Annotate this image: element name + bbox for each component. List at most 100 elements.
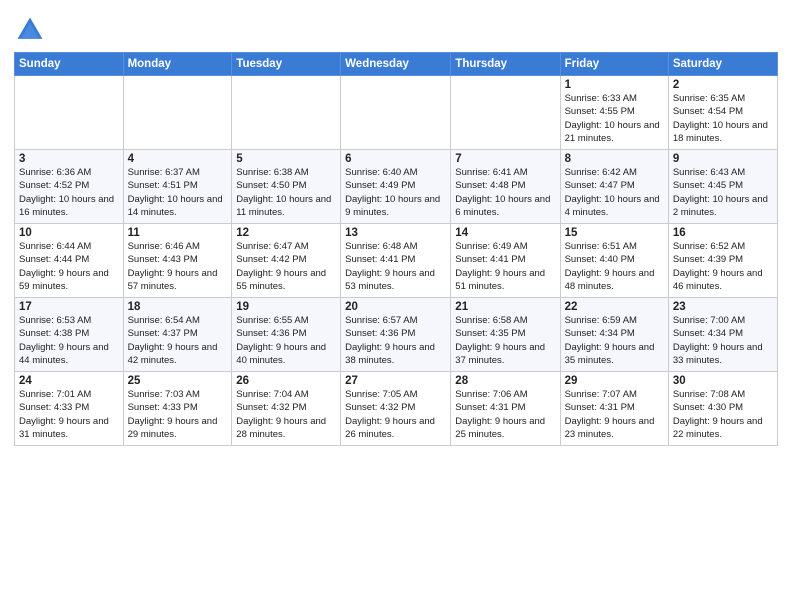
- day-info: Sunrise: 6:38 AMSunset: 4:50 PMDaylight:…: [236, 166, 336, 219]
- day-number: 7: [455, 153, 555, 165]
- day-info: Sunrise: 6:52 AMSunset: 4:39 PMDaylight:…: [673, 240, 773, 293]
- day-number: 27: [345, 375, 446, 387]
- calendar-cell: 29Sunrise: 7:07 AMSunset: 4:31 PMDayligh…: [560, 372, 668, 446]
- day-number: 2: [673, 79, 773, 91]
- col-header-sunday: Sunday: [15, 53, 124, 76]
- day-number: 22: [565, 301, 664, 313]
- day-info: Sunrise: 6:51 AMSunset: 4:40 PMDaylight:…: [565, 240, 664, 293]
- calendar-row-2: 10Sunrise: 6:44 AMSunset: 4:44 PMDayligh…: [15, 224, 778, 298]
- day-info: Sunrise: 7:01 AMSunset: 4:33 PMDaylight:…: [19, 388, 119, 441]
- day-info: Sunrise: 6:40 AMSunset: 4:49 PMDaylight:…: [345, 166, 446, 219]
- col-header-friday: Friday: [560, 53, 668, 76]
- day-info: Sunrise: 7:07 AMSunset: 4:31 PMDaylight:…: [565, 388, 664, 441]
- calendar-cell: 7Sunrise: 6:41 AMSunset: 4:48 PMDaylight…: [451, 150, 560, 224]
- day-number: 17: [19, 301, 119, 313]
- calendar-cell: 6Sunrise: 6:40 AMSunset: 4:49 PMDaylight…: [341, 150, 451, 224]
- logo: [14, 14, 50, 46]
- calendar-cell: 24Sunrise: 7:01 AMSunset: 4:33 PMDayligh…: [15, 372, 124, 446]
- calendar-cell: 1Sunrise: 6:33 AMSunset: 4:55 PMDaylight…: [560, 76, 668, 150]
- day-info: Sunrise: 6:53 AMSunset: 4:38 PMDaylight:…: [19, 314, 119, 367]
- day-number: 6: [345, 153, 446, 165]
- day-number: 20: [345, 301, 446, 313]
- calendar-cell: 28Sunrise: 7:06 AMSunset: 4:31 PMDayligh…: [451, 372, 560, 446]
- day-number: 1: [565, 79, 664, 91]
- day-info: Sunrise: 6:33 AMSunset: 4:55 PMDaylight:…: [565, 92, 664, 145]
- day-number: 30: [673, 375, 773, 387]
- calendar-cell: 23Sunrise: 7:00 AMSunset: 4:34 PMDayligh…: [668, 298, 777, 372]
- calendar-row-4: 24Sunrise: 7:01 AMSunset: 4:33 PMDayligh…: [15, 372, 778, 446]
- calendar-cell: 21Sunrise: 6:58 AMSunset: 4:35 PMDayligh…: [451, 298, 560, 372]
- day-info: Sunrise: 6:36 AMSunset: 4:52 PMDaylight:…: [19, 166, 119, 219]
- day-info: Sunrise: 7:08 AMSunset: 4:30 PMDaylight:…: [673, 388, 773, 441]
- calendar-cell: 30Sunrise: 7:08 AMSunset: 4:30 PMDayligh…: [668, 372, 777, 446]
- logo-icon: [14, 14, 46, 46]
- day-number: 10: [19, 227, 119, 239]
- day-info: Sunrise: 6:41 AMSunset: 4:48 PMDaylight:…: [455, 166, 555, 219]
- col-header-saturday: Saturday: [668, 53, 777, 76]
- calendar-cell: 9Sunrise: 6:43 AMSunset: 4:45 PMDaylight…: [668, 150, 777, 224]
- calendar-row-3: 17Sunrise: 6:53 AMSunset: 4:38 PMDayligh…: [15, 298, 778, 372]
- day-number: 12: [236, 227, 336, 239]
- day-number: 16: [673, 227, 773, 239]
- day-info: Sunrise: 7:03 AMSunset: 4:33 PMDaylight:…: [128, 388, 228, 441]
- header: [14, 10, 778, 46]
- day-info: Sunrise: 6:46 AMSunset: 4:43 PMDaylight:…: [128, 240, 228, 293]
- calendar-cell: 13Sunrise: 6:48 AMSunset: 4:41 PMDayligh…: [341, 224, 451, 298]
- calendar-cell: 27Sunrise: 7:05 AMSunset: 4:32 PMDayligh…: [341, 372, 451, 446]
- calendar-cell: [123, 76, 232, 150]
- day-number: 15: [565, 227, 664, 239]
- day-info: Sunrise: 7:05 AMSunset: 4:32 PMDaylight:…: [345, 388, 446, 441]
- calendar-cell: 2Sunrise: 6:35 AMSunset: 4:54 PMDaylight…: [668, 76, 777, 150]
- calendar-cell: 10Sunrise: 6:44 AMSunset: 4:44 PMDayligh…: [15, 224, 124, 298]
- day-number: 13: [345, 227, 446, 239]
- day-number: 11: [128, 227, 228, 239]
- calendar-cell: [451, 76, 560, 150]
- calendar-table: SundayMondayTuesdayWednesdayThursdayFrid…: [14, 52, 778, 446]
- calendar-cell: 3Sunrise: 6:36 AMSunset: 4:52 PMDaylight…: [15, 150, 124, 224]
- col-header-tuesday: Tuesday: [232, 53, 341, 76]
- col-header-thursday: Thursday: [451, 53, 560, 76]
- calendar-cell: 26Sunrise: 7:04 AMSunset: 4:32 PMDayligh…: [232, 372, 341, 446]
- calendar-cell: 25Sunrise: 7:03 AMSunset: 4:33 PMDayligh…: [123, 372, 232, 446]
- calendar-cell: 16Sunrise: 6:52 AMSunset: 4:39 PMDayligh…: [668, 224, 777, 298]
- calendar-cell: 17Sunrise: 6:53 AMSunset: 4:38 PMDayligh…: [15, 298, 124, 372]
- day-number: 3: [19, 153, 119, 165]
- day-number: 26: [236, 375, 336, 387]
- day-number: 14: [455, 227, 555, 239]
- calendar-cell: [341, 76, 451, 150]
- calendar-cell: 14Sunrise: 6:49 AMSunset: 4:41 PMDayligh…: [451, 224, 560, 298]
- calendar-cell: 11Sunrise: 6:46 AMSunset: 4:43 PMDayligh…: [123, 224, 232, 298]
- day-number: 9: [673, 153, 773, 165]
- day-info: Sunrise: 6:37 AMSunset: 4:51 PMDaylight:…: [128, 166, 228, 219]
- calendar-row-1: 3Sunrise: 6:36 AMSunset: 4:52 PMDaylight…: [15, 150, 778, 224]
- calendar-cell: 12Sunrise: 6:47 AMSunset: 4:42 PMDayligh…: [232, 224, 341, 298]
- day-info: Sunrise: 6:43 AMSunset: 4:45 PMDaylight:…: [673, 166, 773, 219]
- calendar-cell: 19Sunrise: 6:55 AMSunset: 4:36 PMDayligh…: [232, 298, 341, 372]
- day-number: 29: [565, 375, 664, 387]
- day-info: Sunrise: 6:44 AMSunset: 4:44 PMDaylight:…: [19, 240, 119, 293]
- day-info: Sunrise: 7:00 AMSunset: 4:34 PMDaylight:…: [673, 314, 773, 367]
- calendar-cell: 20Sunrise: 6:57 AMSunset: 4:36 PMDayligh…: [341, 298, 451, 372]
- day-info: Sunrise: 6:47 AMSunset: 4:42 PMDaylight:…: [236, 240, 336, 293]
- day-info: Sunrise: 6:59 AMSunset: 4:34 PMDaylight:…: [565, 314, 664, 367]
- day-info: Sunrise: 6:58 AMSunset: 4:35 PMDaylight:…: [455, 314, 555, 367]
- calendar-row-0: 1Sunrise: 6:33 AMSunset: 4:55 PMDaylight…: [15, 76, 778, 150]
- day-info: Sunrise: 6:48 AMSunset: 4:41 PMDaylight:…: [345, 240, 446, 293]
- day-number: 28: [455, 375, 555, 387]
- day-number: 23: [673, 301, 773, 313]
- calendar-cell: 5Sunrise: 6:38 AMSunset: 4:50 PMDaylight…: [232, 150, 341, 224]
- calendar-cell: 8Sunrise: 6:42 AMSunset: 4:47 PMDaylight…: [560, 150, 668, 224]
- day-number: 25: [128, 375, 228, 387]
- day-info: Sunrise: 7:04 AMSunset: 4:32 PMDaylight:…: [236, 388, 336, 441]
- header-row: SundayMondayTuesdayWednesdayThursdayFrid…: [15, 53, 778, 76]
- col-header-monday: Monday: [123, 53, 232, 76]
- day-number: 18: [128, 301, 228, 313]
- day-info: Sunrise: 6:55 AMSunset: 4:36 PMDaylight:…: [236, 314, 336, 367]
- calendar-cell: [15, 76, 124, 150]
- day-number: 21: [455, 301, 555, 313]
- day-number: 8: [565, 153, 664, 165]
- day-info: Sunrise: 6:57 AMSunset: 4:36 PMDaylight:…: [345, 314, 446, 367]
- day-info: Sunrise: 6:49 AMSunset: 4:41 PMDaylight:…: [455, 240, 555, 293]
- day-number: 5: [236, 153, 336, 165]
- day-info: Sunrise: 7:06 AMSunset: 4:31 PMDaylight:…: [455, 388, 555, 441]
